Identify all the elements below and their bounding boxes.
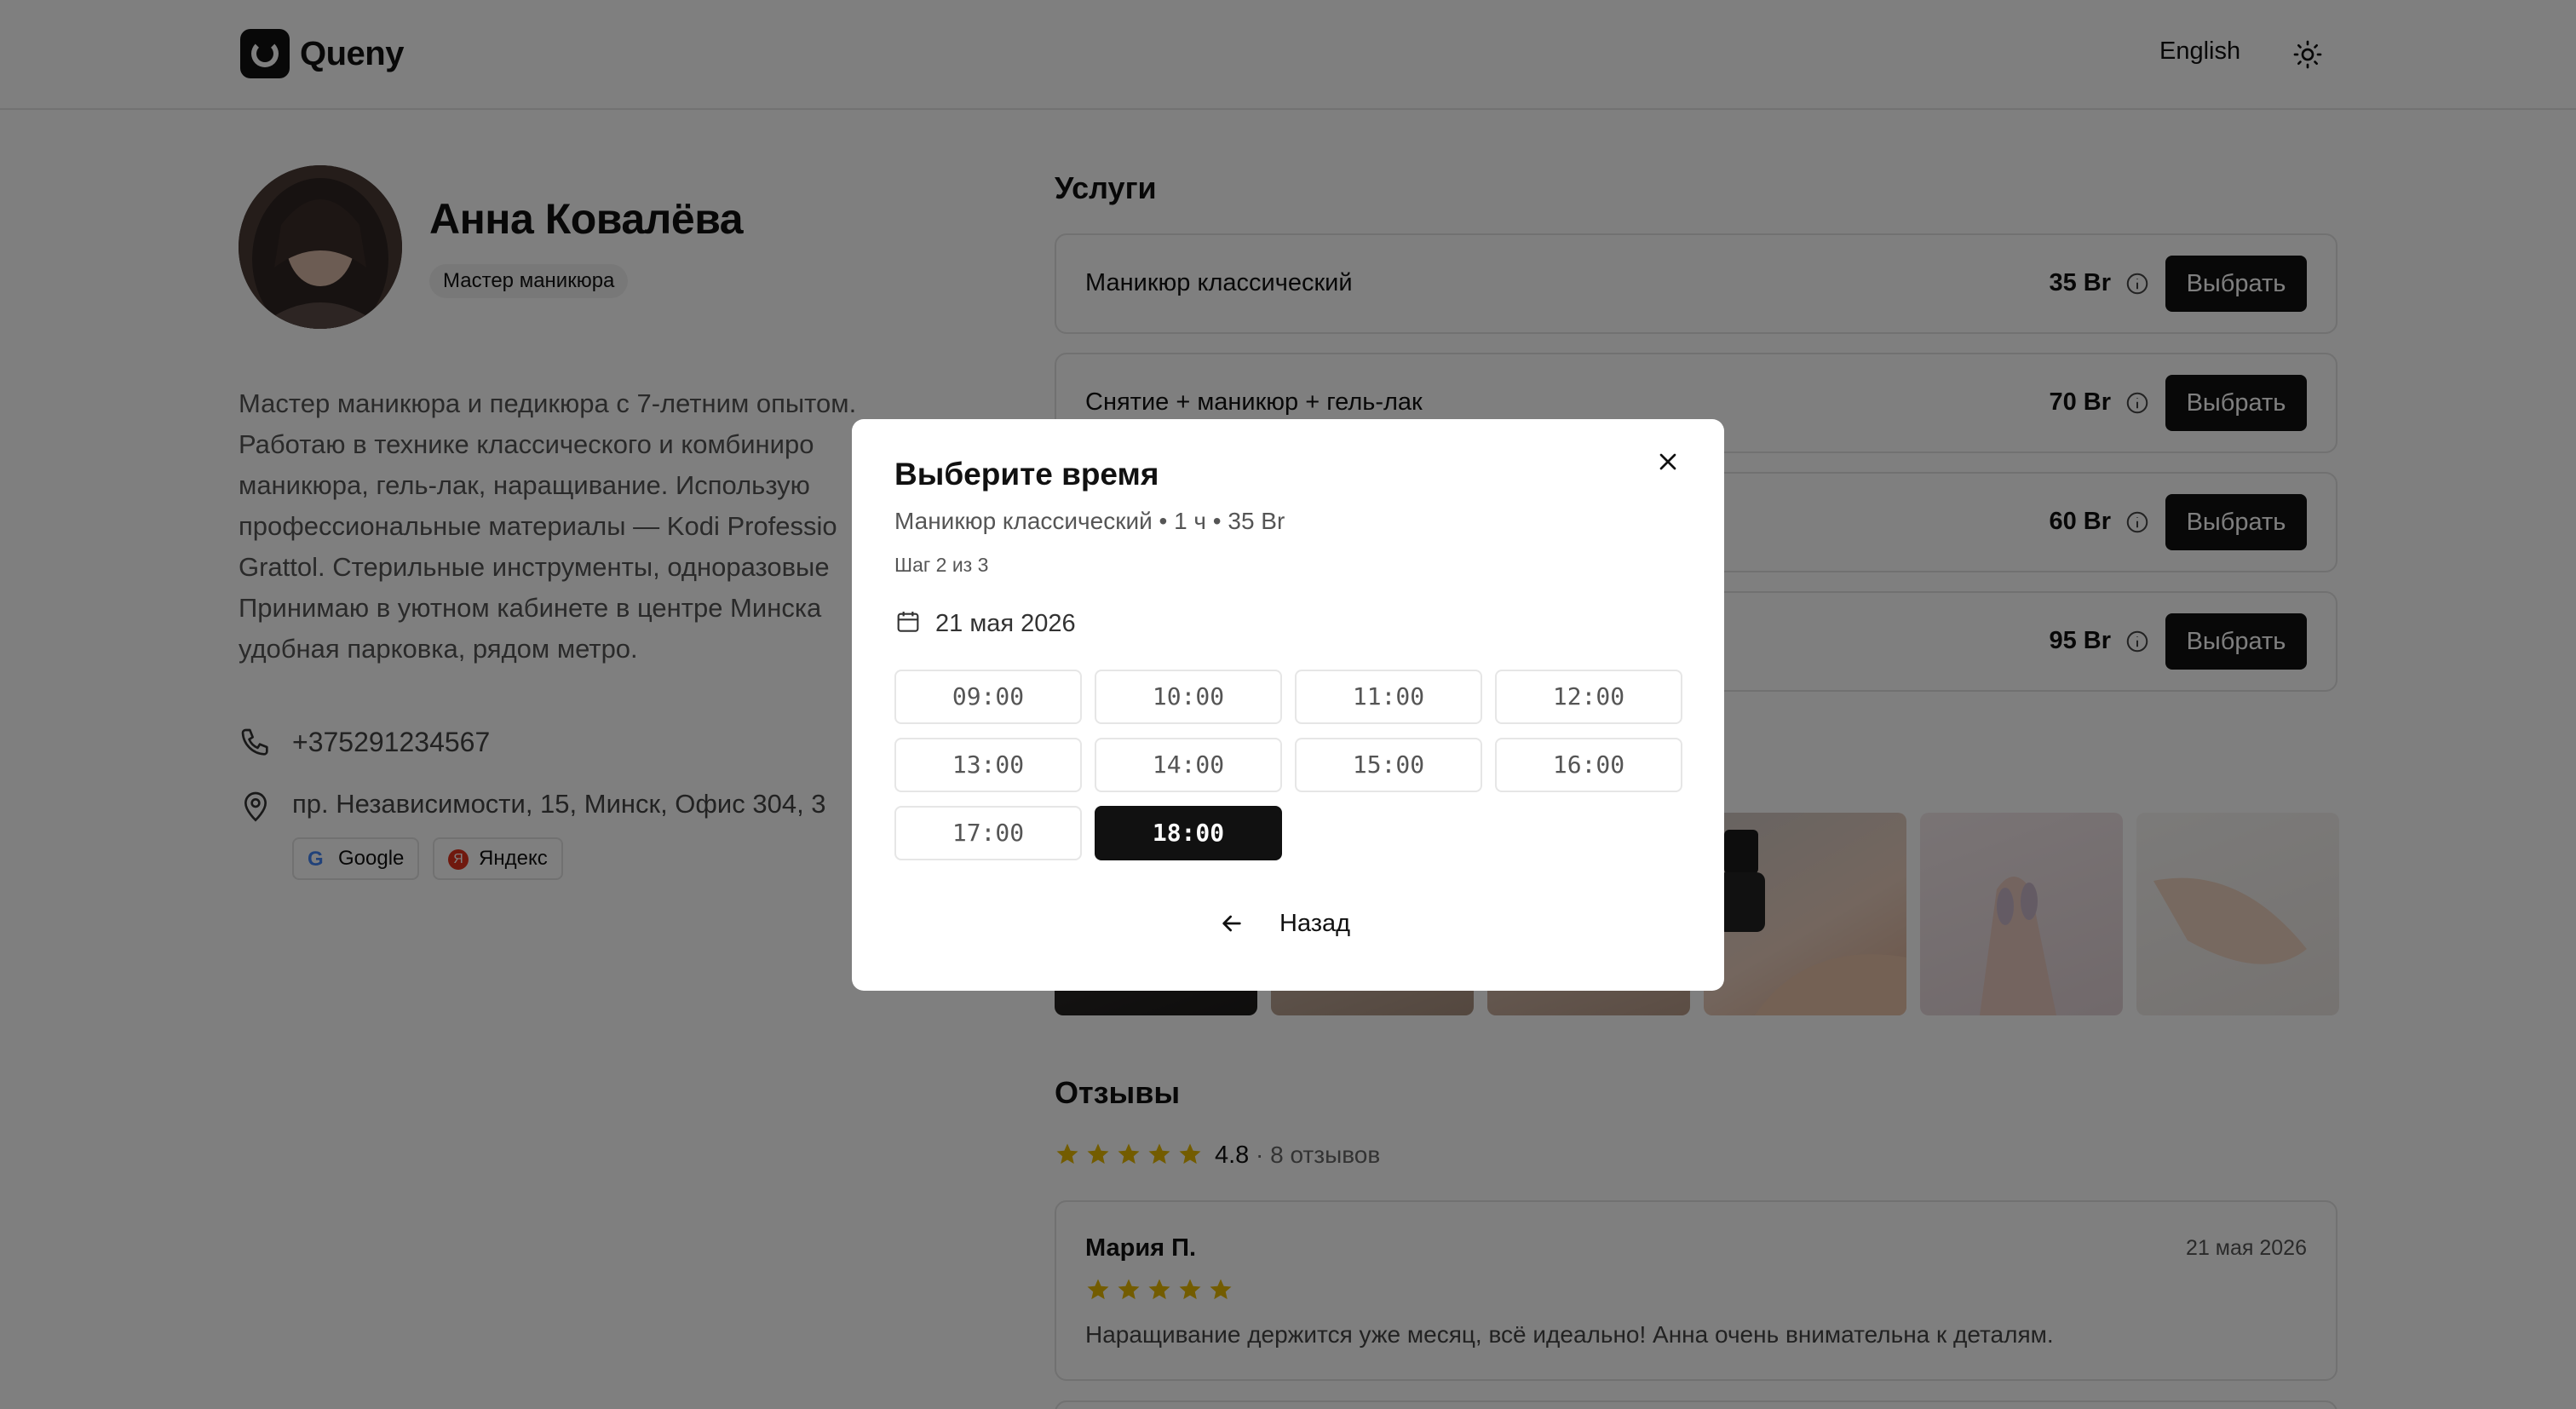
booking-page: Queny English Анна Ковалёва Мастер маник…	[0, 0, 2576, 1409]
back-label: Назад	[1279, 910, 1351, 937]
time-picker-modal: Выберите время Маникюр классический • 1 …	[852, 419, 1724, 991]
step-indicator: Шаг 2 из 3	[894, 554, 989, 576]
calendar-icon	[897, 612, 919, 632]
modal-subtitle: Маникюр классический • 1 ч • 35 Br	[894, 508, 1285, 534]
time-slot[interactable]: 12:00	[1495, 670, 1682, 724]
time-slot[interactable]: 09:00	[894, 670, 1082, 724]
time-slot[interactable]: 17:00	[894, 806, 1082, 860]
close-icon[interactable]	[1654, 448, 1682, 475]
time-slot[interactable]: 16:00	[1495, 738, 1682, 792]
time-slot[interactable]: 15:00	[1295, 738, 1482, 792]
modal-title: Выберите время	[894, 457, 1159, 492]
time-slot-selected[interactable]: 18:00	[1095, 806, 1282, 860]
time-slot[interactable]: 13:00	[894, 738, 1082, 792]
time-slot[interactable]: 10:00	[1095, 670, 1282, 724]
time-slot[interactable]: 11:00	[1295, 670, 1482, 724]
arrow-left-icon	[1222, 915, 1241, 932]
back-button[interactable]: Назад	[1218, 903, 1371, 946]
selected-date: 21 мая 2026	[935, 610, 1076, 637]
time-slot[interactable]: 14:00	[1095, 738, 1282, 792]
